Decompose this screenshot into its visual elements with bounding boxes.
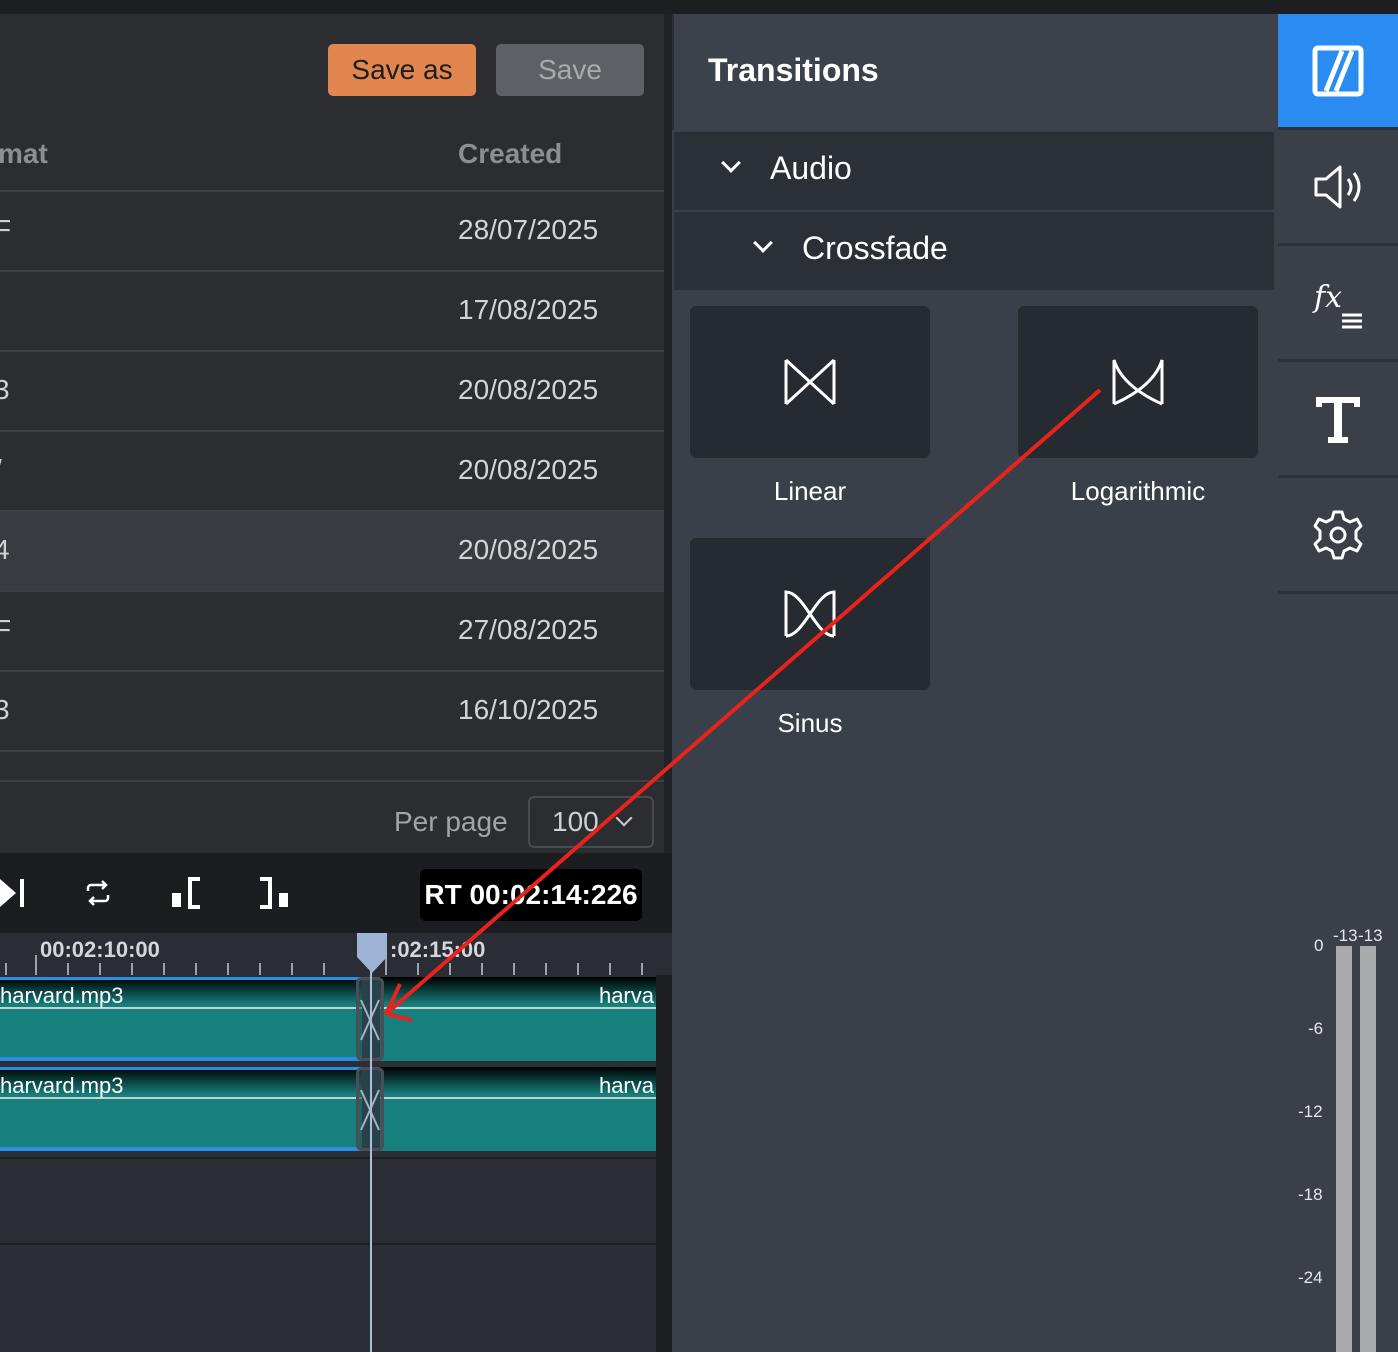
category-label: Audio	[770, 150, 852, 186]
per-page-select[interactable]: 100	[528, 796, 654, 848]
audio-clip[interactable]: harvard.mp3	[0, 1067, 362, 1151]
timecode-display: RT 00:02:14:226	[420, 869, 642, 921]
save-as-button[interactable]: Save as	[328, 44, 476, 96]
settings-icon	[1313, 510, 1363, 559]
format-cell: F	[0, 214, 12, 245]
category-audio[interactable]: Audio	[674, 132, 1274, 210]
format-cell: /	[0, 454, 2, 486]
clip-name: harva	[598, 983, 654, 1008]
created-cell: 27/08/2025	[458, 614, 599, 645]
table-row[interactable]: 3 16/10/2025	[0, 670, 664, 750]
table-row-partial	[0, 750, 664, 782]
created-cell: 28/07/2025	[458, 214, 599, 245]
format-cell: 3	[0, 694, 10, 725]
created-cell: 20/08/2025	[458, 454, 599, 485]
transition-sinus[interactable]	[690, 538, 930, 690]
top-bar	[0, 0, 1398, 14]
chevron-down-icon	[721, 153, 741, 173]
level-meter-left	[1336, 946, 1352, 1352]
table-row-selected[interactable]: 4 20/08/2025	[0, 510, 664, 590]
level-meter-right	[1360, 946, 1376, 1352]
column-header-format[interactable]: mat	[0, 138, 48, 170]
save-button[interactable]: Save	[496, 44, 644, 96]
mark-in-icon[interactable]	[170, 877, 202, 909]
created-cell: 20/08/2025	[458, 534, 599, 565]
transition-logarithmic[interactable]	[1018, 306, 1258, 458]
format-cell: F	[0, 614, 12, 645]
panel-header: Transitions	[672, 14, 1278, 130]
meter-scale-label: 0	[1314, 936, 1324, 955]
logarithmic-crossfade-icon	[1112, 359, 1164, 406]
transitions-icon	[1312, 45, 1364, 96]
sinus-crossfade-icon	[784, 590, 836, 638]
table-row[interactable]: F 27/08/2025	[0, 590, 664, 670]
category-label: Crossfade	[802, 230, 948, 266]
meter-peak-label: -13	[1333, 926, 1358, 945]
chevron-down-icon	[615, 809, 633, 827]
created-cell: 16/10/2025	[458, 694, 599, 725]
chevron-down-icon	[753, 233, 773, 253]
transition-label: Sinus	[777, 708, 843, 738]
sidebar-item-text[interactable]	[1278, 362, 1398, 478]
created-cell: 17/08/2025	[458, 294, 599, 325]
time-ruler[interactable]: 00:02:10:00 :02:15:00	[0, 933, 672, 975]
clip-name: harvard.mp3	[0, 1073, 124, 1098]
timeline[interactable]: 00:02:10:00 :02:15:00 harvard.mp3 harva …	[0, 933, 672, 1352]
audio-clip[interactable]: harva	[380, 977, 656, 1061]
empty-track[interactable]	[0, 1157, 656, 1245]
audio-clip[interactable]: harvard.mp3	[0, 977, 362, 1061]
format-cell: 3	[0, 374, 10, 405]
clip-name: harvard.mp3	[0, 983, 124, 1008]
skip-to-end-icon[interactable]	[0, 877, 28, 909]
svg-text:fx: fx	[1312, 280, 1342, 315]
ruler-label: 00:02:10:00	[40, 937, 160, 962]
sidebar-item-settings[interactable]	[1278, 478, 1398, 594]
table-row[interactable]: 17/08/2025	[0, 270, 664, 350]
transition-linear[interactable]	[690, 306, 930, 458]
playhead-line	[370, 963, 372, 1352]
ruler-label: :02:15:00	[390, 937, 486, 962]
transition-label: Logarithmic	[1070, 476, 1206, 506]
column-header-created[interactable]: Created	[458, 138, 562, 170]
timeline-scrollbar[interactable]	[656, 975, 672, 1352]
linear-crossfade-icon	[784, 358, 836, 406]
table-row[interactable]: / 20/08/2025	[0, 430, 664, 510]
category-crossfade[interactable]: Crossfade	[674, 212, 1274, 290]
sidebar-item-effects[interactable]: fx	[1278, 246, 1398, 362]
sidebar-item-audio[interactable]	[1278, 130, 1398, 246]
transport-bar: RT 00:02:14:226	[0, 853, 672, 933]
meter-scale-label: -18	[1298, 1185, 1323, 1204]
meter-scale-label: -12	[1298, 1102, 1323, 1121]
format-cell: 4	[0, 534, 10, 565]
transition-label: Linear	[773, 476, 847, 506]
mark-out-icon[interactable]	[258, 877, 290, 909]
effects-icon: fx	[1312, 280, 1362, 328]
sidebar-item-transitions[interactable]	[1278, 14, 1398, 130]
meter-scale-label: -24	[1298, 1268, 1323, 1287]
audio-icon	[1314, 165, 1361, 208]
transitions-panel: Transitions Audio Crossfade Linear Logar…	[672, 14, 1278, 1352]
audio-clip[interactable]: harva	[380, 1067, 656, 1151]
per-page-label: Per page	[394, 806, 508, 837]
loop-icon[interactable]	[84, 879, 112, 907]
meter-scale-label: -6	[1308, 1019, 1324, 1038]
clip-name: harva	[598, 1073, 654, 1098]
table-row[interactable]: F 28/07/2025	[0, 190, 664, 270]
file-browser-panel: Save as Save mat Created F 28/07/2025 17…	[0, 14, 664, 853]
created-cell: 20/08/2025	[458, 374, 599, 405]
text-icon	[1316, 396, 1360, 443]
table-row[interactable]: 3 20/08/2025	[0, 350, 664, 430]
panel-title: Transitions	[708, 52, 879, 88]
per-page-value: 100	[552, 806, 599, 837]
meter-peak-label: -13	[1358, 926, 1383, 945]
right-sidebar: fx -13 -13 0 -6 -12 -18 -24	[1278, 14, 1398, 1352]
playhead-handle[interactable]	[355, 933, 389, 975]
